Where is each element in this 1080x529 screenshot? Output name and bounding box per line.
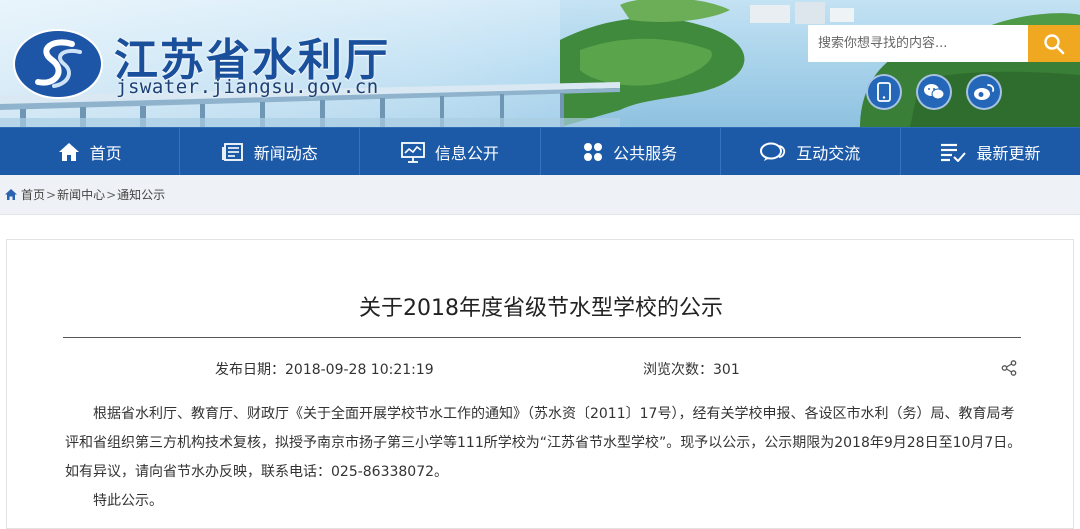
site-header: 江苏省水利厅 jswater.jiangsu.gov.cn [0, 0, 1080, 127]
main-nav: 首页 新闻动态 信息公开 公共服务 互动交流 最新更新 [0, 127, 1080, 175]
weibo-button[interactable] [966, 74, 1002, 110]
site-domain: jswater.jiangsu.gov.cn [116, 76, 379, 98]
breadcrumb: 首页 > 新闻中心 > 通知公示 [0, 175, 1080, 215]
article-title: 关于2018年度省级节水型学校的公示 [359, 296, 723, 321]
search-box [808, 25, 1080, 62]
share-icon[interactable] [1001, 360, 1017, 376]
search-button[interactable] [1028, 25, 1080, 62]
search-input[interactable] [808, 25, 1028, 62]
home-icon [58, 142, 79, 161]
mobile-button[interactable] [866, 74, 902, 110]
view-count: 浏览次数：301 [643, 362, 740, 378]
presentation-icon [401, 141, 425, 163]
breadcrumb-separator: > [46, 187, 57, 202]
breadcrumb-notices[interactable]: 通知公示 [117, 186, 165, 203]
nav-item-label: 首页 [89, 143, 122, 163]
nav-item-home[interactable]: 首页 [0, 128, 181, 175]
chat-icon [760, 142, 786, 161]
article-container: 关于2018年度省级节水型学校的公示 发布日期：2018-09-28 10:21… [6, 239, 1074, 529]
home-icon [5, 189, 17, 200]
wechat-icon [924, 84, 945, 100]
breadcrumb-home[interactable]: 首页 [21, 186, 45, 203]
nav-item-label: 信息公开 [434, 143, 499, 163]
breadcrumb-news-center[interactable]: 新闻中心 [57, 186, 105, 203]
social-icons [866, 74, 1002, 110]
weibo-icon [974, 84, 995, 100]
title-divider [63, 337, 1021, 338]
publish-date: 发布日期：2018-09-28 10:21:19 [215, 362, 434, 378]
nav-item-interaction[interactable]: 互动交流 [721, 128, 901, 175]
article-paragraph: 特此公示。 [93, 493, 163, 509]
newspaper-icon [221, 142, 243, 161]
site-logo [13, 29, 103, 99]
nav-item-info-disclosure[interactable]: 信息公开 [360, 128, 541, 175]
nav-item-label: 新闻动态 [253, 143, 318, 163]
header-landscape-image [560, 0, 1080, 127]
wechat-button[interactable] [916, 74, 952, 110]
nav-item-label: 公共服务 [613, 143, 678, 163]
nav-item-news[interactable]: 新闻动态 [180, 128, 361, 175]
breadcrumb-separator: > [106, 187, 117, 202]
article-body: 根据省水利厅、教育厅、财政厅《关于全面开展学校节水工作的通知》（苏水资〔2011… [65, 400, 1027, 516]
grid-icon [584, 142, 603, 161]
search-icon [1044, 33, 1065, 54]
nav-item-label: 最新更新 [976, 143, 1041, 163]
list-check-icon [941, 143, 967, 162]
nav-item-label: 互动交流 [796, 143, 861, 163]
article-paragraph: 根据省水利厅、教育厅、财政厅《关于全面开展学校节水工作的通知》（苏水资〔2011… [65, 406, 1022, 480]
mobile-phone-icon [877, 82, 891, 102]
nav-item-public-service[interactable]: 公共服务 [541, 128, 721, 175]
nav-item-latest-updates[interactable]: 最新更新 [901, 128, 1080, 175]
